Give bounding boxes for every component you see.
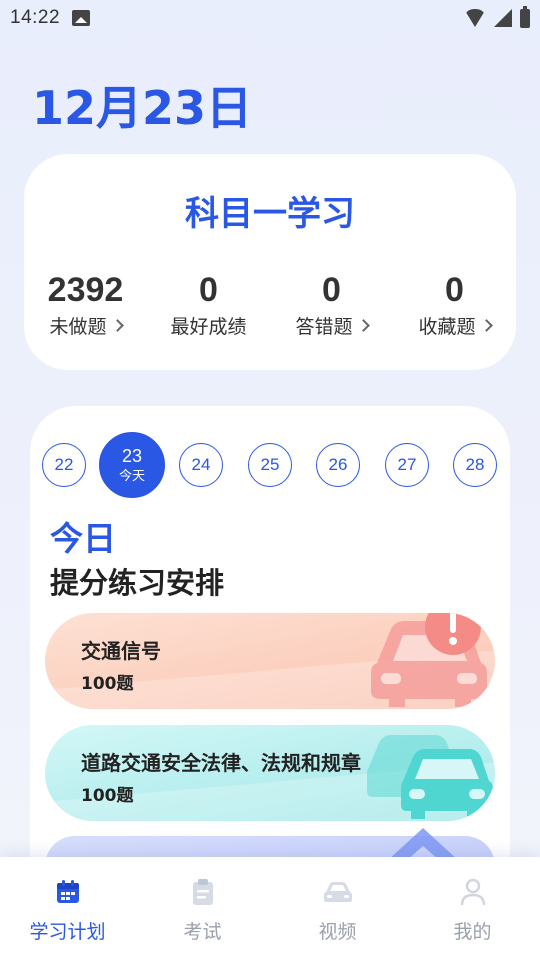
stat-value: 0 xyxy=(445,271,464,309)
stat-value: 2392 xyxy=(47,271,124,309)
stat-label: 最好成绩 xyxy=(170,316,247,338)
day-28[interactable]: 28 xyxy=(453,443,497,487)
stat-value: 0 xyxy=(322,271,341,309)
subject-title: 科目一学习 xyxy=(185,194,355,234)
nav-study-plan[interactable]: 学习计划 xyxy=(0,857,135,960)
nav-label: 考试 xyxy=(183,921,222,943)
gallery-notification-icon xyxy=(72,10,91,26)
nav-exam[interactable]: 考试 xyxy=(135,857,270,960)
day-24[interactable]: 24 xyxy=(179,443,223,487)
stat-undone[interactable]: 2392 未做题 xyxy=(24,270,147,339)
subject-stats: 2392 未做题 0 最好成绩 0 答错题 0 收藏题 xyxy=(24,270,516,339)
signal-icon xyxy=(494,9,512,27)
day-23-today[interactable]: 23 今天 xyxy=(99,432,165,498)
stat-value: 0 xyxy=(199,271,218,309)
wifi-icon xyxy=(464,9,486,27)
day-number: 26 xyxy=(328,455,348,474)
status-indicators xyxy=(464,5,530,28)
day-number: 25 xyxy=(260,455,280,474)
day-27[interactable]: 27 xyxy=(385,443,429,487)
car-warning-icon xyxy=(371,613,487,707)
stat-label: 答错题 xyxy=(295,316,353,338)
day-25[interactable]: 25 xyxy=(248,443,292,487)
task-title: 交通信号 xyxy=(81,639,161,663)
day-number: 22 xyxy=(54,455,74,474)
car-icon xyxy=(367,735,493,819)
task-title: 道路交通安全法律、法规和规章 xyxy=(81,751,361,775)
plan-heading: 提分练习安排 xyxy=(50,566,225,600)
page-date-title: 12月23日 xyxy=(32,81,253,135)
nav-label: 视频 xyxy=(318,921,357,943)
week-day-selector: 22 23 今天 24 25 26 27 28 xyxy=(42,432,498,498)
day-number: 24 xyxy=(191,455,211,474)
chevron-right-icon xyxy=(479,319,493,332)
status-bar: 14:22 xyxy=(0,0,540,36)
stat-label: 收藏题 xyxy=(418,316,476,338)
task-card-traffic-law[interactable]: 道路交通安全法律、法规和规章 100题 xyxy=(45,725,495,821)
day-22[interactable]: 22 xyxy=(42,443,86,487)
day-number: 27 xyxy=(397,455,417,474)
bottom-navigation: 学习计划 考试 视频 我的 xyxy=(0,857,540,960)
chevron-right-icon xyxy=(356,319,370,332)
stat-favorites[interactable]: 0 收藏题 xyxy=(393,270,516,339)
car-icon xyxy=(323,882,352,902)
battery-icon xyxy=(520,5,530,28)
day-26[interactable]: 26 xyxy=(316,443,360,487)
today-marker: 今天 xyxy=(118,467,145,483)
stat-label: 未做题 xyxy=(49,316,107,338)
chevron-right-icon xyxy=(110,319,124,332)
stat-wrong[interactable]: 0 答错题 xyxy=(270,270,393,339)
task-card-traffic-signals[interactable]: 交通信号 100题 xyxy=(45,613,495,709)
today-label: 今日 xyxy=(50,519,116,558)
task-count: 100题 xyxy=(81,786,134,806)
nav-label: 学习计划 xyxy=(29,921,106,943)
clipboard-icon xyxy=(192,879,213,905)
status-time: 14:22 xyxy=(10,7,61,28)
person-icon xyxy=(460,878,485,906)
task-count: 100题 xyxy=(81,674,134,694)
nav-label: 我的 xyxy=(453,921,492,943)
stat-best-score: 0 最好成绩 xyxy=(147,270,270,339)
nav-mine[interactable]: 我的 xyxy=(405,857,540,960)
day-number: 28 xyxy=(465,455,485,474)
calendar-icon xyxy=(56,880,79,903)
nav-video[interactable]: 视频 xyxy=(270,857,405,960)
day-number: 23 xyxy=(121,445,143,466)
